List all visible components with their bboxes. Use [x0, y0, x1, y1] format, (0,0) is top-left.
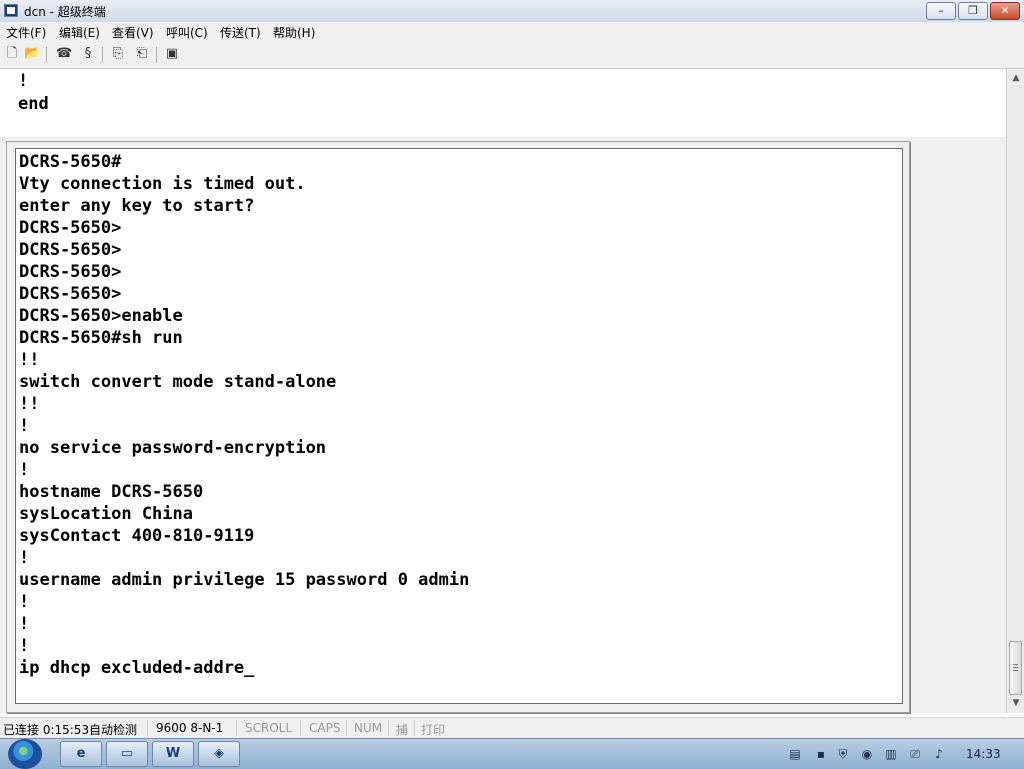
hyperterminal-icon[interactable]: ◈ [198, 741, 240, 767]
terminal-line: no service password-encryption [19, 438, 327, 458]
status-print: 打印 [421, 723, 446, 737]
terminal-line: DCRS-5650#sh run [19, 328, 183, 348]
disconnect-icon[interactable]: § [80, 46, 96, 62]
hyperterminal-app-icon[interactable] [4, 4, 18, 17]
status-bar: 已连接 0:15:53 自动检测 9600 8-N-1 SCROLL CAPS … [0, 717, 1024, 739]
send-icon[interactable]: ⎘ [110, 46, 126, 62]
properties-icon[interactable]: ▣ [164, 46, 180, 62]
open-icon[interactable]: 📂 [24, 46, 40, 62]
terminal-line: ! [19, 614, 30, 634]
menu-help[interactable]: 帮助(H) [273, 24, 315, 41]
terminal-line: ! [18, 71, 29, 91]
terminal-line: username admin privilege 15 password 0 a… [19, 570, 470, 590]
minimize-button[interactable]: – [926, 2, 956, 20]
grip-icon [1013, 670, 1018, 671]
terminal-area[interactable]: ! end DCRS-5650# Vty connection is timed… [0, 69, 1006, 713]
status-separator [147, 720, 148, 736]
terminal-line: switch convert mode stand-alone [19, 372, 337, 392]
status-separator [388, 720, 389, 736]
grip-icon [1013, 667, 1018, 668]
title-bar: dcn - 超级终端 – ❐ ✕ [0, 0, 1024, 23]
status-separator [346, 720, 347, 736]
grip-icon [1013, 664, 1018, 665]
taskbar: e ▭ W ◈ ▤ ▪ ⛨ ◉ ▥ ⎚ ♪ 14:33 [0, 738, 1024, 769]
terminal-top-pane[interactable]: ! end [0, 69, 1006, 137]
scroll-down-icon[interactable]: ▼ [1009, 696, 1023, 710]
terminal-line: ! [19, 592, 30, 612]
volume-icon[interactable]: ♪ [932, 747, 946, 761]
terminal-line: end [18, 94, 49, 114]
clock[interactable]: 14:33 [966, 747, 1001, 761]
menu-file[interactable]: 文件(F) [6, 24, 46, 41]
usb-icon[interactable]: ⎚ [908, 747, 922, 761]
status-separator [414, 720, 415, 736]
status-detect: 自动检测 [89, 723, 138, 737]
status-num: NUM [354, 721, 383, 735]
window-title: dcn - 超级终端 [24, 5, 106, 19]
security-icon[interactable]: ◉ [860, 747, 874, 761]
toolbar: 🗋 📂 ☎ § ⎘ ⎗ ▣ [0, 42, 1024, 69]
terminal-line: !! [19, 394, 40, 414]
maximize-button[interactable]: ❐ [958, 2, 988, 20]
status-separator [300, 720, 301, 736]
terminal-line: Vty connection is timed out. [19, 174, 306, 194]
clipboard-icon[interactable]: ▥ [884, 747, 898, 761]
terminal-line: sysLocation China [19, 504, 193, 524]
menu-edit[interactable]: 编辑(E) [59, 24, 100, 41]
terminal-line: DCRS-5650# [19, 152, 122, 172]
terminal-line: !! [19, 350, 40, 370]
terminal-prompt-line: ip dhcp excluded-addre_ [19, 658, 255, 678]
scroll-up-icon[interactable]: ▲ [1009, 71, 1023, 85]
toolbar-separator [156, 47, 157, 63]
terminal-line: DCRS-5650> [19, 284, 122, 304]
start-button[interactable] [8, 739, 42, 769]
terminal-line: hostname DCRS-5650 [19, 482, 204, 502]
status-scroll: SCROLL [245, 721, 293, 735]
menu-transfer[interactable]: 传送(T) [220, 24, 261, 41]
terminal-line: ! [19, 636, 30, 656]
menu-view[interactable]: 查看(V) [112, 24, 154, 41]
word-icon[interactable]: W [152, 741, 194, 767]
terminal-screen[interactable]: DCRS-5650# Vty connection is timed out. … [15, 148, 903, 704]
status-capture: 捕 [396, 723, 409, 737]
explorer-icon[interactable]: ▭ [106, 741, 148, 767]
close-button[interactable]: ✕ [990, 2, 1020, 20]
network-icon[interactable]: ▪ [814, 747, 828, 761]
terminal-line: ! [19, 548, 30, 568]
toolbar-separator [46, 47, 47, 63]
status-separator [236, 720, 237, 736]
terminal-frame: DCRS-5650# Vty connection is timed out. … [6, 141, 910, 713]
menu-call[interactable]: 呼叫(C) [166, 24, 208, 41]
terminal-line: DCRS-5650>enable [19, 306, 183, 326]
terminal-line: sysContact 400-810-9119 [19, 526, 255, 546]
status-baud: 9600 8-N-1 [156, 721, 224, 735]
scrollbar-thumb[interactable] [1009, 641, 1022, 695]
toolbar-separator [102, 47, 103, 63]
call-icon[interactable]: ☎ [56, 46, 72, 62]
terminal-line: enter any key to start? [19, 196, 255, 216]
shield-icon[interactable]: ⛨ [836, 747, 850, 761]
vertical-scrollbar[interactable]: ▲ ▼ [1006, 69, 1024, 713]
terminal-line: DCRS-5650> [19, 262, 122, 282]
film-icon[interactable]: ▤ [788, 747, 802, 761]
terminal-line: DCRS-5650> [19, 218, 122, 238]
new-icon[interactable]: 🗋 [4, 46, 20, 62]
status-connected: 已连接 0:15:53 [3, 723, 90, 737]
menu-bar: 文件(F) 编辑(E) 查看(V) 呼叫(C) 传送(T) 帮助(H) [0, 22, 1024, 42]
terminal-line: ! [19, 416, 30, 436]
terminal-line: DCRS-5650> [19, 240, 122, 260]
receive-icon[interactable]: ⎗ [134, 46, 150, 62]
ie-icon[interactable]: e [60, 741, 102, 767]
status-caps: CAPS [309, 721, 341, 735]
terminal-line: ! [19, 460, 30, 480]
